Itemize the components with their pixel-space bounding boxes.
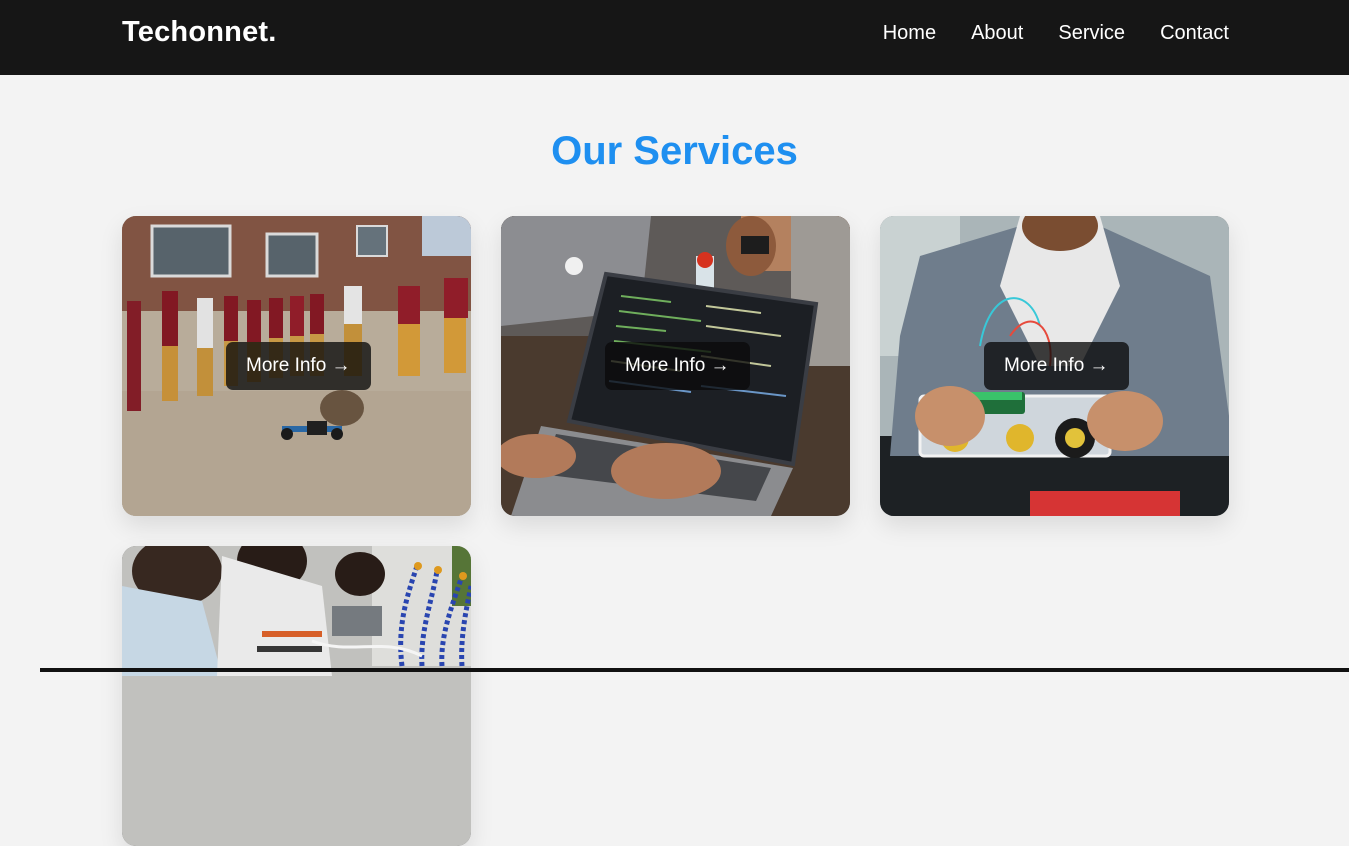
nav-about-link[interactable]: About	[971, 21, 1023, 45]
service-card-robotics: More Info →	[880, 216, 1229, 516]
nav-service-link[interactable]: Service	[1058, 21, 1125, 45]
service-card-coding: More Info →	[501, 216, 850, 516]
more-info-button[interactable]: More Info →	[984, 342, 1129, 390]
services-heading: Our Services	[551, 129, 798, 173]
more-info-button[interactable]: More Info →	[605, 342, 750, 390]
nav-contact-link[interactable]: Contact	[1160, 21, 1229, 45]
service-card-electronics	[122, 546, 471, 846]
students-electronics-lab-photo	[122, 546, 471, 846]
main-nav: Home About Service Contact	[883, 21, 1229, 45]
page-bottom-border	[40, 668, 1349, 672]
nav-home-link[interactable]: Home	[883, 21, 936, 45]
top-navigation-bar: Techonnet. Home About Service Contact	[0, 0, 1349, 75]
service-card-drone: More Info →	[122, 216, 471, 516]
site-logo[interactable]: Techonnet.	[122, 16, 277, 49]
more-info-button[interactable]: More Info →	[226, 342, 371, 390]
